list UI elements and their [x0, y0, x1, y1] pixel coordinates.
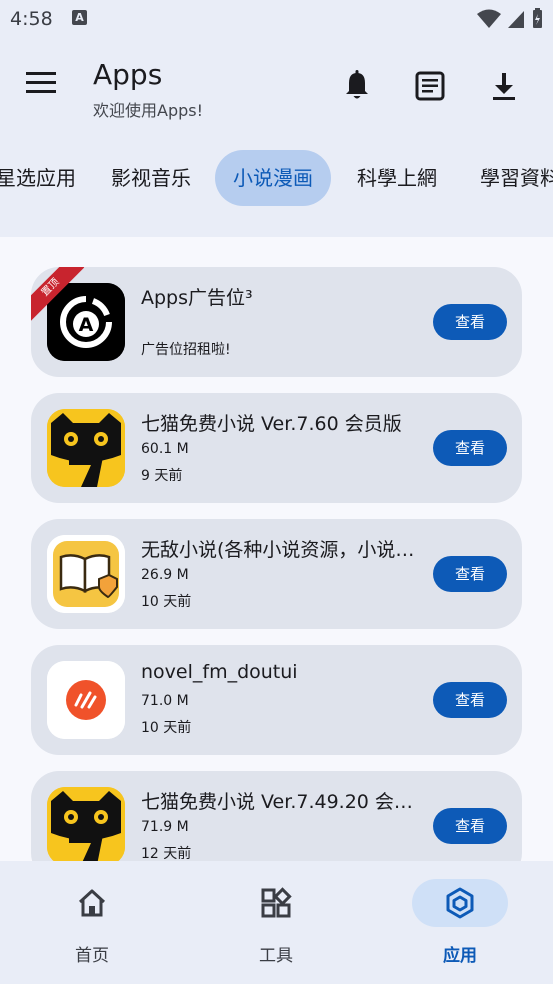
pinned-badge: 置顶 [31, 267, 85, 322]
tab-video-music[interactable]: 影视音乐 [93, 150, 209, 206]
app-updated: 10 天前 [141, 720, 192, 736]
view-button[interactable]: 查看 [433, 430, 507, 466]
grid-icon [261, 887, 292, 918]
page-subtitle: 欢迎使用Apps! [93, 101, 204, 120]
app-name: 七猫免费小说 Ver.7.60 会员版 [141, 413, 402, 435]
nav-apps-label: 应用 [443, 946, 477, 966]
hamburger-icon [26, 72, 56, 93]
list-item[interactable]: 七猫免费小说 Ver.7.60 会员版 60.1 M 9 天前 查看 [31, 393, 522, 503]
app-description: 广告位招租啦! [141, 342, 231, 358]
tab-novels-comics[interactable]: 小说漫画 [215, 150, 331, 206]
wifi-icon [476, 9, 501, 28]
menu-button[interactable] [25, 70, 61, 100]
app-size: 71.0 M [141, 693, 189, 709]
nav-home-indicator [44, 879, 140, 927]
nav-tools[interactable]: 工具 [184, 861, 368, 984]
cat-novel-icon [47, 787, 125, 861]
nav-apps[interactable]: 应用 [368, 861, 552, 984]
category-tabs: 星选应用 影视音乐 小说漫画 科學上網 學習資料 [0, 150, 553, 206]
signal-icon [507, 11, 524, 28]
app-bar: Apps 欢迎使用Apps! [0, 50, 553, 122]
nav-home[interactable]: 首页 [0, 861, 184, 984]
notification-icon: A [72, 10, 87, 25]
novel-fm-icon [47, 661, 125, 739]
list-item[interactable]: 七猫免费小说 Ver.7.49.20 会员版 71.9 M 12 天前 查看 [31, 771, 522, 861]
app-size: 71.9 M [141, 819, 189, 835]
bottom-nav: 首页 工具 应用 [0, 861, 553, 984]
notes-icon [415, 71, 445, 101]
top-area: 4:58 A Apps 欢迎使用Apps! 星选应用 影视音乐 小说漫画 科學上… [0, 0, 553, 237]
notifications-button[interactable] [337, 66, 377, 106]
app-size: 60.1 M [141, 441, 189, 457]
download-button[interactable] [484, 66, 524, 106]
app-updated: 9 天前 [141, 468, 183, 484]
app-name: Apps广告位³ [141, 287, 253, 309]
page-title: Apps [93, 58, 163, 91]
list-item[interactable]: A 置顶 Apps广告位³ 广告位招租啦! 查看 [31, 267, 522, 377]
pinned-ribbon: 置顶 [31, 267, 91, 327]
cat-novel-icon [47, 409, 125, 487]
app-size: 26.9 M [141, 567, 189, 583]
tab-study-materials[interactable]: 學習資料 [462, 150, 553, 206]
view-button[interactable]: 查看 [433, 556, 507, 592]
app-updated: 12 天前 [141, 846, 192, 861]
app-list: A 置顶 Apps广告位³ 广告位招租啦! 查看 七猫免费小说 Ver.7.60… [0, 237, 553, 861]
list-item[interactable]: 无敌小说(各种小说资源，小说神器) 26.9 M 10 天前 查看 [31, 519, 522, 629]
app-name: 七猫免费小说 Ver.7.49.20 会员版 [141, 791, 421, 813]
book-icon [47, 535, 125, 613]
battery-icon [533, 8, 542, 28]
download-icon [493, 73, 515, 100]
nav-tools-label: 工具 [259, 946, 293, 966]
home-icon [78, 889, 106, 917]
nav-tools-indicator [228, 879, 324, 927]
view-button[interactable]: 查看 [433, 304, 507, 340]
app-updated: 10 天前 [141, 594, 192, 610]
app-name: novel_fm_doutui [141, 661, 298, 683]
status-time: 4:58 [10, 8, 53, 30]
bell-icon [346, 70, 368, 99]
nav-apps-indicator [412, 879, 508, 927]
status-bar: 4:58 A [0, 0, 553, 38]
app-name: 无敌小说(各种小说资源，小说神器) [141, 539, 421, 561]
view-button[interactable]: 查看 [433, 808, 507, 844]
apps-box-icon [446, 887, 474, 919]
notes-button[interactable] [410, 66, 450, 106]
status-indicators [476, 8, 543, 30]
tab-featured-apps[interactable]: 星选应用 [0, 150, 94, 206]
tab-proxy-tools[interactable]: 科學上網 [339, 150, 455, 206]
nav-home-label: 首页 [75, 946, 109, 966]
view-button[interactable]: 查看 [433, 682, 507, 718]
list-item[interactable]: novel_fm_doutui 71.0 M 10 天前 查看 [31, 645, 522, 755]
